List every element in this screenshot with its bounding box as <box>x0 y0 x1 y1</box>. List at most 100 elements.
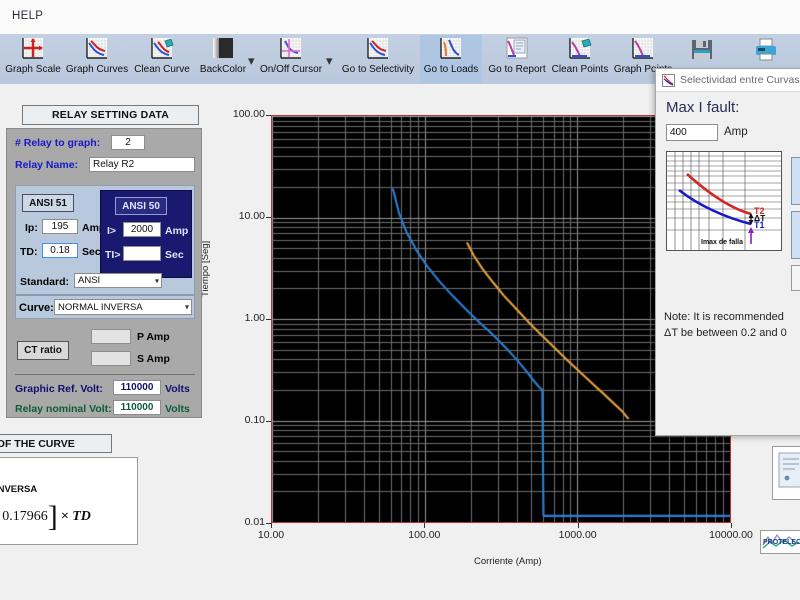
selectivity-side-button-2[interactable] <box>791 211 800 259</box>
x-axis-tick: 100.00 <box>408 529 441 541</box>
chevron-down-icon: ▾ <box>184 302 189 312</box>
x-axis-tick-mark <box>731 523 732 528</box>
max-fault-unit: Amp <box>724 126 748 138</box>
loads-icon <box>438 37 464 63</box>
ti-threshold-input[interactable] <box>123 246 161 261</box>
chevron-down-icon: ▾ <box>154 276 159 285</box>
ansi51-tag[interactable]: ANSI 51 <box>22 194 74 212</box>
report-preview-thumbnail[interactable] <box>772 446 800 500</box>
svg-text:PROTELEC: PROTELEC <box>763 539 800 546</box>
ct-ratio-button[interactable]: CT ratio <box>17 341 69 360</box>
equation-bracket: ] <box>47 500 58 533</box>
equation-addend: + 0.17966 <box>0 509 48 524</box>
ti-threshold-unit: Sec <box>165 249 184 261</box>
y-axis-tick-mark <box>266 115 271 116</box>
equation-curve-name: - NORMAL INVERSA <box>0 484 38 495</box>
max-fault-heading: Max I fault: <box>666 99 740 116</box>
report-icon <box>504 37 530 63</box>
relay-nominal-label: Relay nominal Volt: <box>15 403 112 415</box>
toolbar-button-clean-points[interactable]: Clean Points <box>550 35 610 83</box>
y-axis-tick: 0.01 <box>244 516 265 528</box>
x-axis-tick-mark <box>577 523 579 528</box>
toolbar-button-go-to-loads[interactable]: Go to Loads <box>420 35 482 83</box>
toolbar-button-clean-curve[interactable]: Clean Curve <box>132 35 192 83</box>
relay-number-input[interactable]: 2 <box>111 135 145 150</box>
selectivity-note-line2: ΔT be between 0.2 and 0 <box>664 327 787 339</box>
graph-scale-icon <box>20 37 46 63</box>
y-axis-tick-mark <box>266 421 271 422</box>
toolbar-button-label: Clean Curve <box>134 64 190 75</box>
toolbar-button-graph-curves[interactable]: Graph Curves <box>66 35 128 83</box>
max-fault-input[interactable]: 400 <box>666 124 718 141</box>
ansi50-group: ANSI 50 I> 2000 Amp TI> Sec <box>100 190 192 278</box>
relay-setting-title: RELAY SETTING DATA <box>22 105 199 125</box>
y-axis-tick-mark <box>266 217 271 218</box>
curve-select-value: NORMAL INVERSA <box>58 301 143 313</box>
toolbar-button-graph-scale[interactable]: Graph Scale <box>4 35 62 83</box>
ti-threshold-label: TI> <box>105 249 121 261</box>
selectivity-diagram: T2 T1 ΔT Imax de falla <box>666 151 782 251</box>
ansi50-tag[interactable]: ANSI 50 <box>115 197 167 215</box>
ip-input[interactable]: 195 <box>42 219 78 234</box>
toolbar-button-label: Go to Report <box>488 64 546 75</box>
ct-secondary-unit: S Amp <box>137 353 170 365</box>
toolbar-button-go-to-report[interactable]: Go to Report <box>486 35 548 83</box>
menu-item-help[interactable]: HELP <box>12 10 43 22</box>
x-axis-tick-mark <box>424 523 426 528</box>
y-axis-tick: 100.00 <box>232 108 265 120</box>
ct-primary-unit: P Amp <box>137 331 170 343</box>
ct-secondary-input[interactable] <box>91 351 131 366</box>
divider <box>15 374 195 375</box>
equation-multiplier: × TD <box>60 509 91 524</box>
graph-curves-icon <box>84 37 110 63</box>
relay-setting-panel: # Relay to graph: 2 Relay Name: Relay R2… <box>6 128 202 418</box>
toolbar-button-label: On/Off Cursor <box>259 64 323 75</box>
equation-title: ION OF THE CURVE <box>0 434 112 453</box>
curve-select[interactable]: NORMAL INVERSA ▾ <box>54 299 192 315</box>
ct-primary-input[interactable] <box>91 329 131 344</box>
clean-points-icon <box>567 37 593 63</box>
ansi-settings-group: ANSI 51 Ip: 195 Amp TD: 0.18 Sec ANSI 50… <box>15 185 195 295</box>
y-axis-tick-mark <box>266 319 271 320</box>
save-icon <box>689 37 715 63</box>
curve-label: Curve: <box>19 302 54 314</box>
i-threshold-label: I> <box>107 225 117 237</box>
selectivity-note-line1: Note: It is recommended <box>664 311 784 323</box>
backcolor-icon <box>210 37 236 63</box>
selectivity-side-button-3[interactable] <box>791 265 800 291</box>
toolbar-button-label: BackColor <box>199 64 247 75</box>
y-axis-tick: 0.10 <box>244 414 265 426</box>
relay-name-input[interactable]: Relay R2 <box>89 157 195 172</box>
ip-label: Ip: <box>25 222 38 234</box>
curve-row: Curve: NORMAL INVERSA ▾ <box>15 295 195 319</box>
graph-points-icon <box>630 37 656 63</box>
y-axis-tick: 10.00 <box>238 210 265 222</box>
graphic-ref-input[interactable]: 110000 <box>113 380 161 395</box>
relay-nominal-input[interactable]: 110000 <box>113 400 161 415</box>
graphic-ref-label: Graphic Ref. Volt: <box>15 383 103 395</box>
toolbar-button-go-to-selectivity[interactable]: Go to Selectivity <box>340 35 416 83</box>
td-input[interactable]: 0.18 <box>42 243 78 258</box>
cursor-toggle-icon <box>278 37 304 63</box>
toolbar-dropdown-arrow-icon[interactable]: ▾ <box>248 54 255 67</box>
x-axis-tick: 10.00 <box>257 529 285 541</box>
relay-name-label: Relay Name: <box>15 159 79 171</box>
standard-select[interactable]: ANSI ▾ <box>74 273 162 288</box>
equation-panel: - NORMAL INVERSA 41 938 − 1 + 0.17966 ] … <box>0 457 138 545</box>
i-threshold-input[interactable]: 2000 <box>123 222 161 237</box>
relay-nominal-unit: Volts <box>165 403 190 415</box>
selectivity-dialog[interactable]: Selectividad entre Curvas Max I fault: 4… <box>655 68 800 436</box>
graphic-ref-unit: Volts <box>165 383 190 395</box>
x-axis-tick: 1000.00 <box>558 529 597 541</box>
toolbar-dropdown-arrow-icon[interactable]: ▾ <box>326 54 333 67</box>
standard-label: Standard: <box>20 276 70 288</box>
equation-formula: 41 938 − 1 + 0.17966 ] × TD <box>0 502 91 532</box>
selectivity-note: Note: It is recommended ΔT be between 0.… <box>664 309 800 341</box>
toolbar-button-backcolor[interactable]: BackColor <box>196 35 250 83</box>
dialog-title-bar: Selectividad entre Curvas <box>656 69 800 92</box>
svg-text:ΔT: ΔT <box>754 213 766 223</box>
menu-bar: HELP <box>0 0 800 35</box>
toolbar-button-on-off-cursor[interactable]: On/Off Cursor <box>258 35 324 83</box>
selectivity-side-button-1[interactable] <box>791 157 800 205</box>
toolbar-button-label: Graph Curves <box>65 64 129 75</box>
